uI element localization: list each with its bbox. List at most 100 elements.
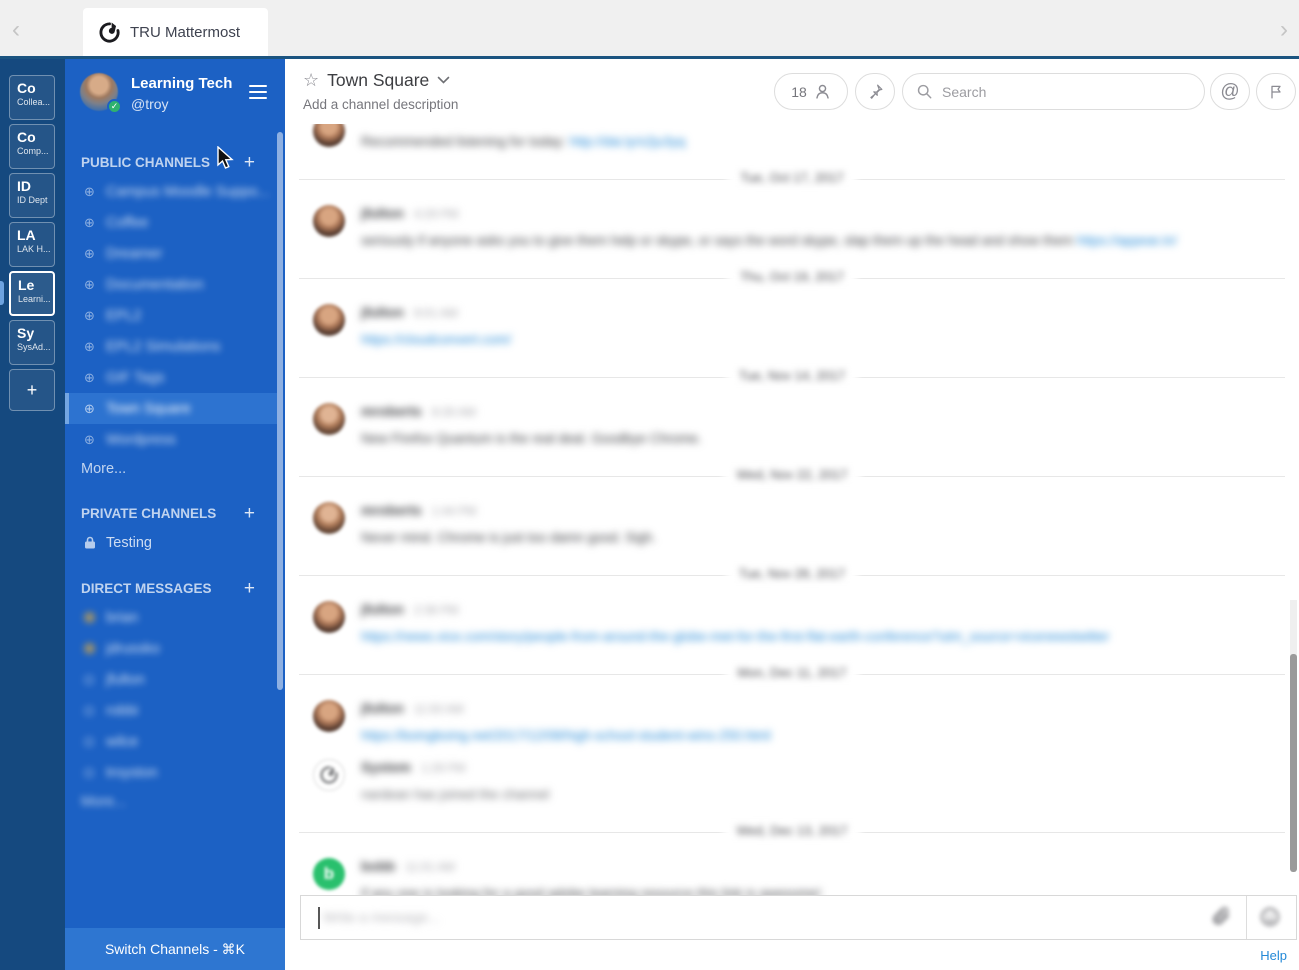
add-private-channel-button[interactable]: + <box>244 504 261 523</box>
message-text: if any one is looking for a good adobe l… <box>361 886 822 896</box>
composer-divider <box>1246 896 1247 939</box>
message-link[interactable]: https://appear.in/ <box>1077 233 1177 248</box>
dm-name: wilce <box>106 733 139 750</box>
message-link[interactable]: https://news.vice.com/story/people-from-… <box>361 629 1109 644</box>
avatar <box>313 700 345 732</box>
globe-icon: ⊕ <box>84 276 95 292</box>
switch-channels-button[interactable]: Switch Channels - ⌘K <box>65 928 285 970</box>
message-post[interactable]: jfulton 11:50 AM https://boingboing.net/2… <box>285 687 1299 753</box>
more-direct-messages-link[interactable]: More... <box>65 788 277 816</box>
dm-item[interactable]: jdrussko <box>65 633 277 664</box>
channel-name: Dreamer <box>106 245 163 262</box>
team-tile-sysadmin[interactable]: Sy SysAd... <box>9 320 55 365</box>
date-separator: Wed, Nov 22, 2017 <box>299 466 1285 487</box>
message-username: jfulton <box>361 304 404 320</box>
channel-item[interactable]: ⊕ Campus Moodle Suppo... <box>65 176 277 207</box>
message-composer[interactable]: Write a message... <box>300 895 1297 940</box>
flagged-posts-button[interactable] <box>1256 73 1296 110</box>
message-link[interactable]: https://boingboing.net/2017/12/08/high-s… <box>361 728 771 743</box>
favorite-star-icon[interactable]: ☆ <box>303 70 319 91</box>
team-label: ID Dept <box>17 195 48 205</box>
selected-team-indicator <box>0 281 4 305</box>
dm-item[interactable]: brian <box>65 602 277 633</box>
attachment-icon[interactable] <box>1210 906 1234 930</box>
team-initials: Le <box>18 277 35 293</box>
team-name: Learning Tech <box>131 75 233 92</box>
dm-item[interactable]: troyston <box>65 757 277 788</box>
scrollbar-track[interactable] <box>1290 600 1297 660</box>
help-link[interactable]: Help <box>1260 948 1287 963</box>
channel-description-link[interactable]: Add a channel description <box>303 97 458 112</box>
message-list[interactable]: Recommended listening for today: http://… <box>285 124 1299 896</box>
member-count-button[interactable]: 18 <box>774 73 848 110</box>
message-timestamp: 1:29 PM <box>420 761 466 775</box>
chevron-down-icon[interactable] <box>437 76 450 85</box>
emoji-icon[interactable] <box>1259 906 1283 930</box>
channel-item[interactable]: ⊕ Wordpress <box>65 424 277 455</box>
mattermost-logo-icon <box>98 21 121 44</box>
message-post[interactable]: jfulton 2:38 PM https://news.vice.com/sto… <box>285 588 1299 654</box>
channel-item[interactable]: ⊕ Documentation <box>65 269 277 300</box>
team-tile-comp[interactable]: Co Comp... <box>9 124 55 169</box>
team-tile-lak[interactable]: LA LAK H... <box>9 222 55 267</box>
date-label: Tue, Nov 14, 2017 <box>725 368 859 383</box>
channel-item[interactable]: ⊕ Coffee <box>65 207 277 238</box>
main-content: ☆ Town Square Add a channel description … <box>285 59 1299 970</box>
date-separator: Tue, Oct 17, 2017 <box>299 169 1285 190</box>
dm-item[interactable]: jfulton <box>65 664 277 695</box>
message-post[interactable]: mroberts 1:44 PM Never mind. Chrome is ju… <box>285 489 1299 555</box>
message-username: mroberts <box>361 502 422 518</box>
channel-name: Campus Moodle Suppo... <box>106 183 270 200</box>
message-link[interactable]: https://cloudconvert.com/ <box>361 332 511 347</box>
team-tile-id-dept[interactable]: ID ID Dept <box>9 173 55 218</box>
channel-item[interactable]: ⊕ GIF Tags <box>65 362 277 393</box>
more-public-channels-link[interactable]: More... <box>65 455 277 483</box>
channel-item-town-square[interactable]: ⊕ Town Square <box>65 393 277 424</box>
message-post[interactable]: b bobb 11:01 AM if any one is looking for… <box>285 845 1299 896</box>
dm-item[interactable]: robbi <box>65 695 277 726</box>
message-link[interactable]: http://dai.ly/x2ju3yq <box>570 134 686 149</box>
message-post[interactable]: mroberts 8:26 AM New Firefox Quantum is t… <box>285 390 1299 456</box>
add-team-button[interactable]: + <box>9 369 55 411</box>
back-icon[interactable]: ‹ <box>4 16 28 44</box>
away-status-icon <box>84 643 99 654</box>
message-timestamp: 11:01 AM <box>405 860 456 874</box>
team-tile-learning-tech[interactable]: Le Learni... <box>9 271 55 316</box>
message-post[interactable]: jfulton 9:01 AM https://cloudconvert.com/ <box>285 291 1299 357</box>
pinned-posts-button[interactable] <box>855 73 895 110</box>
team-label: SysAd... <box>17 342 51 352</box>
message-list-scrollbar[interactable] <box>1290 654 1297 872</box>
app-tab[interactable]: TRU Mattermost <box>83 8 268 56</box>
add-public-channel-button[interactable]: + <box>244 153 261 172</box>
channel-item[interactable]: ⊕ EPL2 Simulations <box>65 331 277 362</box>
system-message-post[interactable]: System 1:29 PM nardean has joined the cha… <box>285 753 1299 812</box>
message-post[interactable]: jfulton 4:29 PM seriously if anyone asks … <box>285 192 1299 258</box>
add-direct-message-button[interactable]: + <box>244 579 261 598</box>
message-post[interactable]: Recommended listening for today: http://… <box>285 124 1299 159</box>
app-tab-title: TRU Mattermost <box>130 23 241 41</box>
forward-icon[interactable]: › <box>1272 16 1296 44</box>
text-caret <box>318 907 320 929</box>
mentions-button[interactable]: @ <box>1210 73 1250 110</box>
main-menu-icon[interactable] <box>249 85 267 103</box>
search-input[interactable]: Search <box>902 73 1205 110</box>
team-initials: Sy <box>17 325 35 341</box>
search-icon <box>916 83 933 100</box>
channel-item-testing[interactable]: Testing <box>65 527 277 558</box>
channel-name: Wordpress <box>106 431 176 448</box>
sidebar-scrollbar[interactable] <box>277 132 283 690</box>
dm-item[interactable]: wilce <box>65 726 277 757</box>
channel-sidebar: ✓ Learning Tech @troy PUBLIC CHANNELS + … <box>65 59 285 970</box>
team-tile-colleagues[interactable]: Co Collea... <box>9 75 55 120</box>
private-channels-label: PRIVATE CHANNELS <box>81 505 217 521</box>
message-text: seriously if anyone asks you to give the… <box>361 233 1177 248</box>
member-icon <box>814 83 831 100</box>
channel-item[interactable]: ⊕ EPL2 <box>65 300 277 331</box>
team-initials: Co <box>17 80 36 96</box>
direct-messages-header: DIRECT MESSAGES + <box>65 574 277 602</box>
date-label: Wed, Nov 22, 2017 <box>723 467 861 482</box>
browser-topbar: ‹ › TRU Mattermost <box>0 0 1299 56</box>
channel-item[interactable]: ⊕ Dreamer <box>65 238 277 269</box>
channel-title[interactable]: Town Square <box>327 70 429 91</box>
date-separator: Thu, Oct 19, 2017 <box>299 268 1285 289</box>
